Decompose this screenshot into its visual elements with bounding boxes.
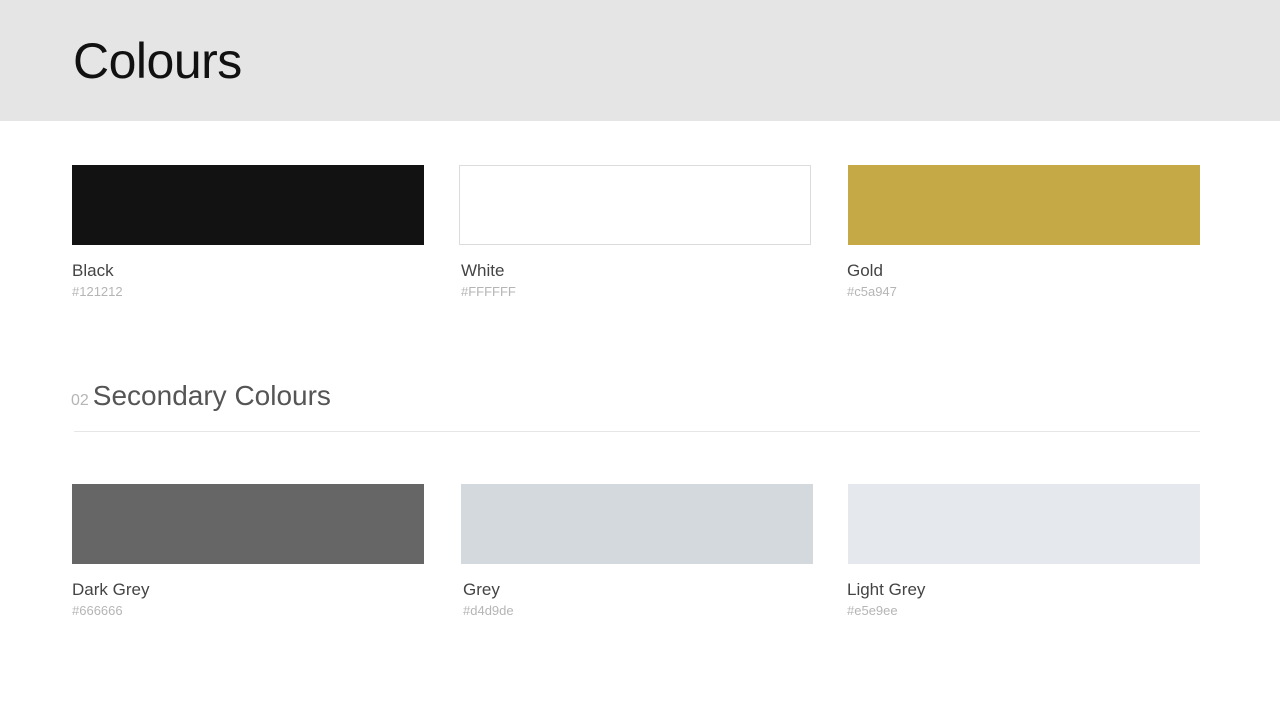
colour-card-grey: Grey #d4d9de [461,484,813,618]
colour-card-light-grey: Light Grey #e5e9ee [847,484,1200,618]
colour-card-dark-grey: Dark Grey #666666 [72,484,424,618]
colour-card-gold: Gold #c5a947 [847,165,1200,299]
colour-hex: #d4d9de [463,603,514,618]
section-heading: 02 Secondary Colours [71,380,331,412]
colour-name: Light Grey [847,580,926,599]
colour-swatch [461,484,813,564]
colour-hex: #FFFFFF [461,284,516,299]
colour-swatch [72,165,424,245]
colour-name: Grey [463,580,500,599]
colour-card-white: White #FFFFFF [459,165,811,299]
colour-name: Black [72,261,114,280]
colour-hex: #e5e9ee [847,603,898,618]
colour-swatch [72,484,424,564]
colour-name: Gold [847,261,883,280]
colour-swatch [848,484,1200,564]
colour-hex: #121212 [72,284,123,299]
section-divider [74,431,1200,432]
section-title: Secondary Colours [92,380,331,411]
page-title: Colours [73,33,242,89]
colour-name: White [461,261,505,280]
page-header: Colours [0,0,1280,121]
colour-swatch [459,165,811,245]
colour-name: Dark Grey [72,580,150,599]
section-number: 02 [71,392,89,409]
colour-hex: #c5a947 [847,284,897,299]
colour-hex: #666666 [72,603,123,618]
colour-swatch [848,165,1200,245]
colour-card-black: Black #121212 [72,165,424,299]
